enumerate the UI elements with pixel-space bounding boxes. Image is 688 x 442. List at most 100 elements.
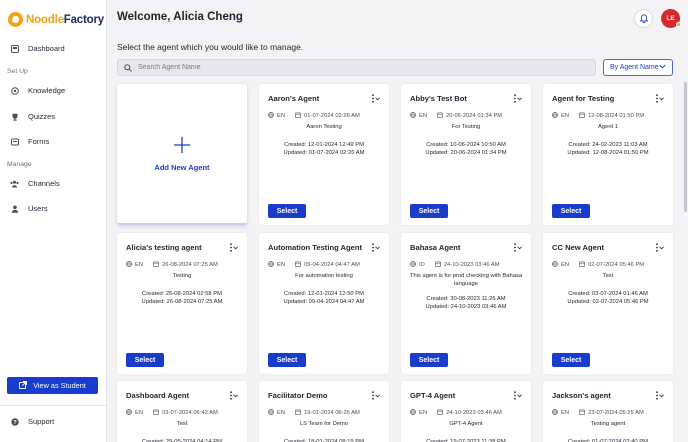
search-icon xyxy=(124,59,132,77)
agent-meta: EN 19-01-2024 06:26 AM xyxy=(268,409,360,417)
more-vertical-icon xyxy=(655,243,664,254)
sidebar-item-support[interactable]: ? Support xyxy=(10,417,54,426)
sidebar-item-users[interactable]: Users xyxy=(10,204,48,213)
more-vertical-icon xyxy=(655,94,664,105)
sidebar-item-label: Channels xyxy=(28,179,60,188)
logo-icon xyxy=(8,12,23,27)
agent-language: ID xyxy=(419,262,425,268)
plus-icon xyxy=(173,135,191,155)
agent-language: EN xyxy=(135,262,144,268)
globe-icon xyxy=(268,261,274,269)
agent-created: Created: 12-01-2024 12:50 PM xyxy=(284,291,364,297)
agent-meta: EN 23-07-2024 05:25 AM xyxy=(552,409,644,417)
scrollbar[interactable] xyxy=(684,82,687,212)
agent-menu-button[interactable] xyxy=(371,243,380,254)
agent-description: Agent 1 xyxy=(598,124,618,130)
agent-language: EN xyxy=(561,113,570,119)
agent-date: 02-07-2024 05:46 PM xyxy=(588,262,645,268)
sidebar-item-label: Forms xyxy=(28,137,50,146)
agent-description: LS Team for Demo xyxy=(299,421,349,427)
add-new-agent-card[interactable]: Add New Agent xyxy=(117,84,247,225)
select-agent-button[interactable]: Select xyxy=(268,204,306,218)
select-agent-button[interactable]: Select xyxy=(410,204,448,218)
agent-name: Dashboard Agent xyxy=(126,391,190,400)
sidebar-item-label: Knowledge xyxy=(28,86,66,95)
agent-description: For automation testing xyxy=(295,273,353,279)
agent-menu-button[interactable] xyxy=(371,391,380,402)
select-agent-button[interactable]: Select xyxy=(552,204,590,218)
agent-menu-button[interactable] xyxy=(513,243,522,254)
agent-updated: Updated: 26-08-2024 07:25 AM xyxy=(141,299,223,305)
globe-icon xyxy=(126,261,132,269)
calendar-icon xyxy=(295,261,301,269)
agent-updated: Updated: 01-07-2024 02:26 AM xyxy=(283,150,365,156)
more-vertical-icon xyxy=(229,391,238,402)
calendar-icon xyxy=(437,112,443,120)
agent-created: Created: 30-08-2023 11:26 AM xyxy=(426,296,506,302)
view-as-student-button[interactable]: View as Student xyxy=(7,377,98,394)
agent-card: Facilitator Demo EN 19-01-2024 06:26 AM … xyxy=(259,381,389,442)
agent-menu-button[interactable] xyxy=(229,391,238,402)
calendar-icon xyxy=(434,261,441,269)
agent-meta: EN 03-07-2024 06:42 AM xyxy=(126,409,218,417)
logo[interactable]: NoodleFactory xyxy=(8,12,104,27)
sidebar-item-channels[interactable]: Channels xyxy=(10,179,60,188)
agent-menu-button[interactable] xyxy=(513,94,522,105)
globe-icon xyxy=(410,409,416,417)
chevron-down-icon xyxy=(659,64,666,71)
sidebar-item-forms[interactable]: Forms xyxy=(10,137,49,146)
select-agent-button[interactable]: Select xyxy=(126,353,164,367)
sidebar-item-knowledge[interactable]: Knowledge xyxy=(10,86,65,95)
calendar-icon xyxy=(579,261,585,269)
sidebar-item-quizzes[interactable]: Quizzes xyxy=(10,112,55,121)
calendar-icon xyxy=(579,409,585,417)
agent-created: Created: 24-02-2023 11:03 AM xyxy=(568,142,648,148)
globe-icon xyxy=(410,261,416,269)
agent-description: GPT-4 Agent xyxy=(449,421,483,427)
sidebar-item-label: Dashboard xyxy=(28,44,65,53)
agent-meta: EN 26-08-2024 07:25 AM xyxy=(126,261,218,269)
agent-menu-button[interactable] xyxy=(655,243,664,254)
agent-created: Created: 03-07-2024 01:46 AM xyxy=(568,291,648,297)
agent-menu-button[interactable] xyxy=(371,94,380,105)
agent-name: Alicia's testing agent xyxy=(126,243,202,252)
agent-date: 24-10-2023 03:46 AM xyxy=(443,262,500,268)
agent-language: EN xyxy=(561,410,570,416)
sort-dropdown[interactable]: By Agent Name xyxy=(603,59,673,76)
agent-meta: EN 02-07-2024 05:46 PM xyxy=(552,261,644,269)
agent-meta: EN 01-07-2024 02:26 AM xyxy=(268,112,360,120)
notifications-button[interactable] xyxy=(634,9,653,28)
globe-icon xyxy=(410,112,416,120)
agent-language: EN xyxy=(277,262,286,268)
select-agent-button[interactable]: Select xyxy=(268,353,306,367)
agent-name: Aaron's Agent xyxy=(268,94,320,103)
agent-menu-button[interactable] xyxy=(229,243,238,254)
agent-card: Agent for Testing EN 12-08-2024 01:50 PM… xyxy=(543,84,673,225)
select-agent-button[interactable]: Select xyxy=(552,353,590,367)
sidebar-item-label: Quizzes xyxy=(28,112,56,121)
agent-description: Testing agent xyxy=(590,421,626,427)
agent-menu-button[interactable] xyxy=(513,391,522,402)
more-vertical-icon xyxy=(513,94,522,105)
agent-description: Test xyxy=(176,421,188,427)
help-icon: ? xyxy=(10,417,19,426)
agent-updated: Updated: 20-06-2024 01:34 PM xyxy=(425,150,507,156)
agent-card: Alicia's testing agent EN 26-08-2024 07:… xyxy=(117,233,247,374)
agent-menu-button[interactable] xyxy=(655,94,664,105)
select-agent-button[interactable]: Select xyxy=(410,353,448,367)
calendar-icon xyxy=(579,112,585,120)
sidebar-item-label: Users xyxy=(28,204,48,213)
agent-language: EN xyxy=(561,262,570,268)
agent-description: Test xyxy=(602,273,614,279)
agent-card: Bahasa Agent ID 24-10-2023 03:46 AM This… xyxy=(401,233,531,374)
agent-menu-button[interactable] xyxy=(655,391,664,402)
more-vertical-icon xyxy=(371,243,380,254)
agent-updated: Updated: 12-08-2024 01:50 PM xyxy=(567,150,649,156)
search-input[interactable] xyxy=(138,64,578,71)
globe-icon xyxy=(268,409,274,417)
agent-description: Aaron Testing xyxy=(306,124,342,130)
agent-language: EN xyxy=(419,113,428,119)
sidebar-item-dashboard[interactable]: Dashboard xyxy=(10,44,65,53)
globe-icon xyxy=(126,409,132,417)
agent-name: Facilitator Demo xyxy=(268,391,328,400)
